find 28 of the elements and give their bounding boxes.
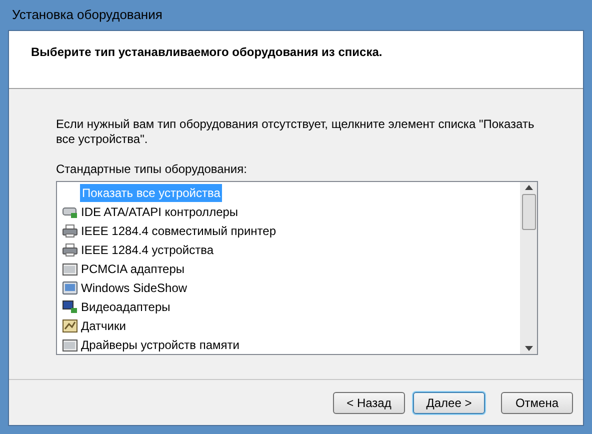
drive-icon: [62, 204, 78, 218]
screen-icon: [62, 280, 78, 294]
device-list[interactable]: Показать все устройства IDE ATA/ATAPI контроллеры IEEE 1284.4 совместимый принтер IEEE 1284.4 устройства PCMCIA адаптеры Windows SideShow Видеоадаптеры Датчики Драйверы устройств памяти: [56, 181, 538, 355]
scroll-thumb[interactable]: [522, 194, 536, 230]
printer-icon: [62, 242, 78, 256]
list-item[interactable]: Видеоадаптеры: [80, 298, 172, 316]
dialog-button[interactable]: Отмена: [501, 392, 573, 414]
card-icon: [62, 338, 78, 352]
printer-icon: [62, 224, 78, 238]
list-item[interactable]: Драйверы устройств памяти: [80, 336, 240, 354]
scroll-up-icon[interactable]: [524, 185, 532, 190]
list-item[interactable]: IDE ATA/ATAPI контроллеры: [80, 202, 240, 220]
gauge-icon: [62, 318, 78, 332]
list-item[interactable]: IEEE 1284.4 совместимый принтер: [80, 222, 278, 240]
instruction-text: Выберите тип устанавливаемого оборудования из списка.: [31, 45, 382, 59]
monitor-icon: [62, 300, 78, 314]
card-icon: [62, 262, 78, 276]
scroll-down-icon[interactable]: [524, 346, 532, 351]
dialog-button[interactable]: Далее >: [413, 392, 485, 414]
scrollbar[interactable]: [520, 182, 537, 354]
list-item[interactable]: Windows SideShow: [80, 278, 188, 296]
list-label: Стандартные типы оборудования:: [56, 161, 247, 178]
hint-text: Если нужный вам тип оборудования отсутствует, щелкните элемент списка "Показать все устройства".: [56, 117, 536, 147]
window-title: Установка оборудования: [12, 6, 162, 24]
list-item[interactable]: Датчики: [80, 316, 127, 334]
dialog-button[interactable]: < Назад: [333, 392, 405, 414]
list-item[interactable]: PCMCIA адаптеры: [80, 260, 186, 278]
list-item[interactable]: IEEE 1284.4 устройства: [80, 240, 215, 258]
